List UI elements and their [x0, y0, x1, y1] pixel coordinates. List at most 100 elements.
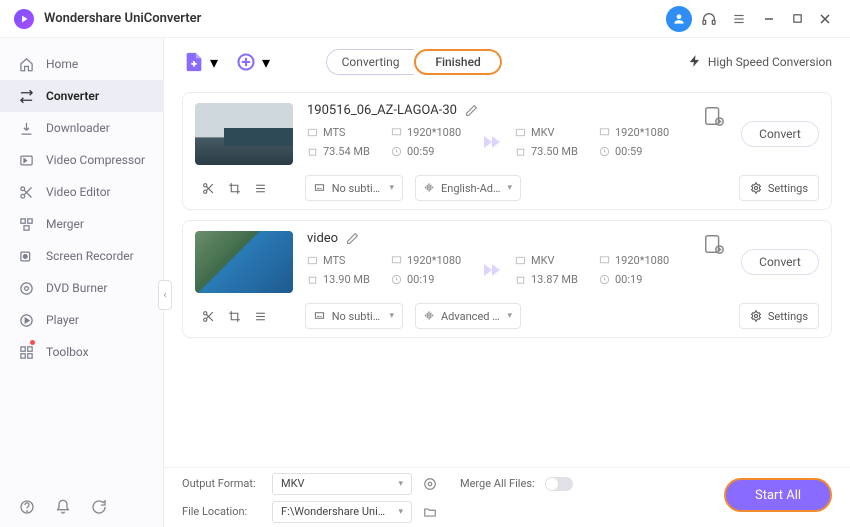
chevron-down-icon[interactable]: ▾	[262, 53, 270, 72]
bell-icon[interactable]	[54, 498, 72, 516]
high-speed-toggle[interactable]: High Speed Conversion	[688, 54, 832, 71]
file-card: 190516_06_AZ-LAGOA-30 MTS 73.54 MB 1920*…	[182, 92, 832, 210]
output-format-label: Output Format:	[182, 477, 262, 490]
tab-converting[interactable]: Converting	[326, 49, 414, 75]
add-url-button[interactable]	[234, 50, 258, 74]
status-tabs: Converting Finished	[326, 49, 502, 75]
output-format: MKV	[531, 254, 555, 267]
minimize-button[interactable]	[758, 8, 780, 30]
menu-icon[interactable]	[726, 6, 752, 32]
output-settings-icon[interactable]	[701, 103, 727, 129]
output-duration: 00:59	[615, 145, 642, 158]
subtitle-dropdown[interactable]: No subtitle▾	[305, 175, 403, 201]
merge-toggle[interactable]	[545, 477, 573, 491]
edit-name-icon[interactable]	[346, 232, 360, 246]
sidebar-collapse-button[interactable]: ‹	[158, 280, 172, 310]
settings-button[interactable]: Settings	[739, 303, 819, 329]
format-icon	[307, 127, 319, 139]
input-resolution: 1920*1080	[407, 126, 461, 139]
format-settings-icon[interactable]	[422, 476, 438, 492]
file-location-label: File Location:	[182, 505, 262, 518]
help-icon[interactable]	[18, 498, 36, 516]
sidebar-item-label: Toolbox	[46, 345, 89, 359]
chevron-down-icon[interactable]: ▾	[210, 53, 218, 72]
subtitle-value: No subtitle	[332, 182, 384, 195]
sidebar-item-home[interactable]: Home	[0, 48, 163, 80]
add-file-button[interactable]	[182, 50, 206, 74]
audio-value: English-Advan...	[441, 182, 501, 195]
sidebar-item-label: Converter	[46, 89, 99, 103]
convert-button[interactable]: Convert	[741, 121, 819, 147]
open-folder-icon[interactable]	[422, 504, 438, 520]
output-size: 13.87 MB	[531, 273, 578, 286]
sidebar-item-player[interactable]: Player	[0, 304, 163, 336]
input-duration: 00:19	[407, 273, 434, 286]
high-speed-label: High Speed Conversion	[708, 55, 832, 69]
titlebar: Wondershare UniConverter	[0, 0, 850, 38]
sidebar-item-label: Screen Recorder	[46, 249, 134, 263]
file-location-select[interactable]: F:\Wondershare UniConverter▾	[272, 501, 412, 523]
merge-icon	[18, 216, 34, 232]
audio-dropdown[interactable]: Advanced Aud...▾	[415, 303, 521, 329]
sidebar-item-label: Video Compressor	[46, 153, 145, 167]
sidebar-item-merger[interactable]: Merger	[0, 208, 163, 240]
sidebar-item-label: Home	[46, 57, 78, 71]
output-settings-icon[interactable]	[701, 231, 727, 257]
sidebar-item-label: Video Editor	[46, 185, 111, 199]
audio-value: Advanced Aud...	[441, 310, 501, 323]
headset-icon[interactable]	[696, 6, 722, 32]
maximize-button[interactable]	[786, 8, 808, 30]
sidebar-item-downloader[interactable]: Downloader	[0, 112, 163, 144]
crop-icon[interactable]	[227, 309, 241, 323]
convert-button[interactable]: Convert	[741, 249, 819, 275]
close-button[interactable]	[814, 8, 836, 30]
output-format: MKV	[531, 126, 555, 139]
file-name: 190516_06_AZ-LAGOA-30	[307, 103, 457, 118]
output-size: 73.50 MB	[531, 145, 578, 158]
sidebar-footer	[0, 487, 163, 527]
sidebar: Home Converter Downloader Video Compress…	[0, 38, 164, 527]
account-icon[interactable]	[666, 6, 692, 32]
subtitle-icon	[314, 182, 326, 194]
edit-name-icon[interactable]	[465, 104, 479, 118]
download-icon	[18, 120, 34, 136]
effect-icon[interactable]	[253, 309, 267, 323]
subtitle-dropdown[interactable]: No subtitle▾	[305, 303, 403, 329]
home-icon	[18, 56, 34, 72]
settings-button[interactable]: Settings	[739, 175, 819, 201]
output-resolution: 1920*1080	[615, 254, 669, 267]
bolt-icon	[688, 54, 702, 71]
trim-icon[interactable]	[201, 309, 215, 323]
subtitle-value: No subtitle	[332, 310, 384, 323]
feedback-icon[interactable]	[90, 498, 108, 516]
input-resolution: 1920*1080	[407, 254, 461, 267]
clock-icon	[391, 146, 403, 158]
disc-icon	[18, 280, 34, 296]
video-thumbnail[interactable]	[195, 103, 293, 165]
trim-icon[interactable]	[201, 181, 215, 195]
sidebar-item-dvd[interactable]: DVD Burner	[0, 272, 163, 304]
start-all-button[interactable]: Start All	[724, 478, 832, 512]
tab-finished[interactable]: Finished	[414, 49, 502, 75]
sidebar-item-editor[interactable]: Video Editor	[0, 176, 163, 208]
output-format-select[interactable]: MKV▾	[272, 473, 412, 495]
resolution-icon	[391, 127, 403, 139]
video-thumbnail[interactable]	[195, 231, 293, 293]
record-icon	[18, 248, 34, 264]
effect-icon[interactable]	[253, 181, 267, 195]
input-size: 73.54 MB	[323, 145, 370, 158]
sidebar-item-converter[interactable]: Converter	[0, 80, 163, 112]
grid-icon	[18, 344, 34, 360]
input-size: 13.90 MB	[323, 273, 370, 286]
merge-label: Merge All Files:	[460, 477, 535, 490]
sidebar-item-recorder[interactable]: Screen Recorder	[0, 240, 163, 272]
app-title: Wondershare UniConverter	[44, 11, 201, 26]
audio-dropdown[interactable]: English-Advan...▾	[415, 175, 521, 201]
input-duration: 00:59	[407, 145, 434, 158]
sidebar-item-label: DVD Burner	[46, 281, 107, 295]
audio-icon	[424, 182, 435, 194]
crop-icon[interactable]	[227, 181, 241, 195]
compress-icon	[18, 152, 34, 168]
sidebar-item-compressor[interactable]: Video Compressor	[0, 144, 163, 176]
sidebar-item-toolbox[interactable]: Toolbox	[0, 336, 163, 368]
